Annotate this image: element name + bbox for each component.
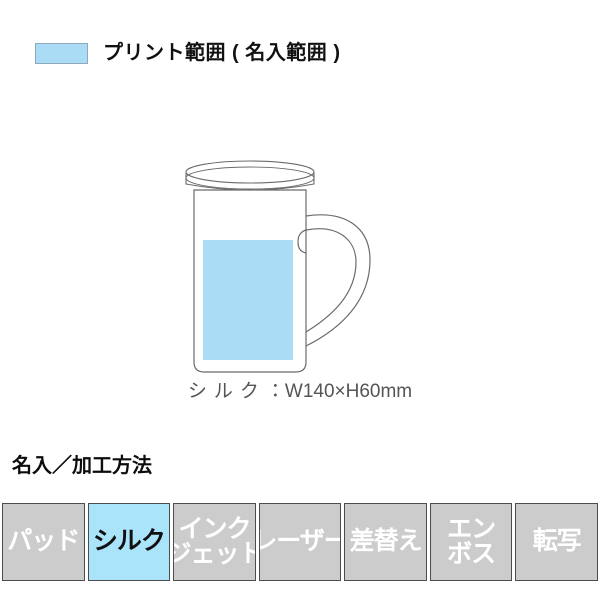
method-tile-replaceable[interactable]: 差替え <box>344 503 427 581</box>
method-tile-pad[interactable]: パッド <box>2 503 85 581</box>
method-tile-row: パッド シルク インク ジェット レーザー 差替え エン ボス 転写 <box>2 503 599 581</box>
method-tile-label-line-1: シルク <box>92 527 166 556</box>
mug-drawing <box>185 160 371 373</box>
print-area-legend-label: プリント範囲 ( 名入範囲 ) <box>103 42 341 64</box>
method-tile-laser[interactable]: レーザー <box>258 503 342 581</box>
method-tile-label-line-2: ジェット <box>174 540 255 568</box>
mug-handle-inner <box>305 228 357 333</box>
method-tile-emboss[interactable]: エン ボス <box>429 503 513 581</box>
method-tile-label-line-1: レーザー <box>260 527 341 556</box>
mug-lid-top <box>185 160 315 184</box>
caption-dimensions: W140×H60mm <box>284 381 413 402</box>
method-tile-label-line-2: ボス <box>447 540 496 568</box>
method-tile-label-line-1: パッド <box>7 527 80 556</box>
method-tile-transfer[interactable]: 転写 <box>515 503 599 581</box>
print-area-legend: プリント範囲 ( 名入範囲 ) <box>0 34 600 72</box>
caption-method-label: シルク <box>187 381 266 402</box>
methods-section-title: 名入／加工方法 <box>12 455 152 477</box>
method-tile-label-line-1: 差替え <box>349 527 423 556</box>
method-tile-label-line-1: 転写 <box>532 527 582 556</box>
method-tile-label-line-1: エン <box>447 514 496 543</box>
print-area-swatch-icon <box>35 42 88 64</box>
print-area-rect <box>203 240 293 360</box>
method-tile-inkjet[interactable]: インク ジェット <box>173 503 256 581</box>
print-area-caption: シルク：W140×H60mm <box>0 382 600 401</box>
product-illustration <box>0 150 600 390</box>
caption-separator: ： <box>265 381 285 402</box>
method-tile-label-line-1: インク <box>178 514 251 543</box>
method-tile-silk[interactable]: シルク <box>87 503 171 581</box>
